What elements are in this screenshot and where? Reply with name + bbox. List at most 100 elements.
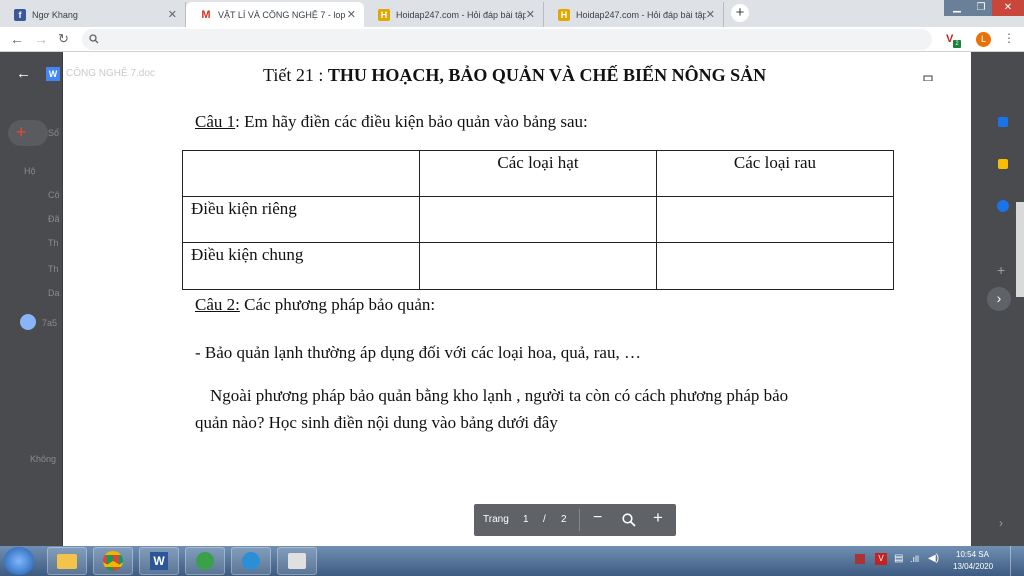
close-icon[interactable]: ✕ — [168, 8, 177, 21]
tab-strip: f Ngơ Khang ✕ M VẬT LÍ VÀ CÔNG NGHỆ 7 - … — [0, 0, 1024, 27]
document-viewer: + Sổ Hộ Cô Đã Th Th Da 7a5 Không Tiết 21… — [0, 52, 1024, 546]
close-icon[interactable]: ✕ — [706, 8, 715, 21]
gmail-icon: M — [201, 8, 211, 21]
tab-hoidap-1[interactable]: H Hoidap247.com - Hỏi đáp bài tập ✕ — [364, 2, 544, 27]
zoom-icon[interactable] — [622, 513, 636, 527]
explorer-app[interactable] — [47, 547, 87, 575]
show-desktop-button[interactable] — [1010, 546, 1024, 576]
search-icon — [89, 34, 99, 44]
document-page: Tiết 21 : THU HOẠCH, BẢO QUẢN VÀ CHẾ BIẾ… — [63, 52, 971, 546]
clock-time[interactable]: 10:54 SA — [956, 550, 989, 559]
chevron-right-icon[interactable]: › — [987, 287, 1011, 311]
browser-toolbar: ← → ↻ V 2 L ⋮ — [0, 27, 1024, 52]
table-cell — [419, 242, 657, 290]
facebook-icon: f — [14, 8, 26, 21]
download-icon[interactable] — [958, 66, 970, 80]
right-side-panel: + › › — [971, 52, 1024, 546]
close-window-button[interactable]: ✕ — [992, 0, 1024, 16]
chrome-icon — [103, 551, 123, 571]
tab-hoidap-2[interactable]: H Hoidap247.com - Hỏi đáp bài tập ✕ — [544, 2, 724, 27]
bullet-line: - Bảo quản lạnh thường áp dụng đối với c… — [195, 343, 641, 362]
reload-icon[interactable]: ↻ — [58, 31, 69, 47]
tray-icon[interactable]: V — [875, 553, 887, 565]
page-separator: / — [543, 514, 546, 525]
minimize-button[interactable]: ▁ — [944, 0, 970, 16]
scrollbar[interactable] — [1016, 202, 1024, 297]
app-5[interactable] — [231, 547, 271, 575]
close-icon[interactable]: ✕ — [347, 8, 356, 21]
word-file-icon: W — [46, 67, 60, 81]
tab-gmail[interactable]: M VẬT LÍ VÀ CÔNG NGHỆ 7 - lop7e ✕ — [186, 2, 364, 27]
table-header: Các loại hạt — [419, 150, 657, 197]
question-1: Câu 1: Em hãy điền các điều kiện bảo quả… — [195, 112, 588, 131]
app-4[interactable] — [185, 547, 225, 575]
add-to-drive-icon[interactable]: ⛛ — [884, 65, 896, 82]
ghost-label: Da — [48, 288, 60, 298]
word-app[interactable]: W — [139, 547, 179, 575]
divider — [579, 509, 580, 531]
table-row: Các loại hạt Các loại rau — [182, 150, 894, 197]
conditions-table: Các loại hạt Các loại rau Điều kiện riên… — [182, 150, 894, 290]
tab-title: Ngơ Khang — [32, 9, 78, 20]
paragraph-line: Ngoài phương pháp bảo quản bằng kho lạnh… — [210, 386, 789, 405]
maximize-button[interactable]: ❐ — [970, 0, 992, 16]
app-icon — [196, 552, 214, 570]
tray-icon[interactable] — [855, 554, 865, 564]
paint-icon — [288, 553, 306, 569]
chrome-app[interactable] — [93, 547, 133, 575]
forward-icon[interactable]: → — [34, 31, 48, 47]
hoidap-icon: H — [558, 8, 570, 21]
extension-badge: 2 — [953, 40, 961, 48]
current-page[interactable]: 1 — [523, 514, 529, 525]
viewer-header: ← W CÔNG NGHỆ 7.doc ⛛ ⋮ — [0, 52, 1024, 98]
avatar — [20, 314, 36, 330]
plus-icon: + — [16, 122, 27, 142]
tab-title: Hoidap247.com - Hỏi đáp bài tập — [396, 9, 526, 20]
pager-label: Trang — [483, 514, 509, 525]
profile-avatar[interactable]: L — [976, 32, 991, 47]
start-button[interactable] — [4, 547, 34, 575]
network-icon[interactable]: ▤ — [894, 553, 903, 564]
table-header: Các loại rau — [656, 150, 894, 197]
address-bar[interactable] — [82, 29, 932, 50]
back-arrow-icon[interactable]: ← — [16, 65, 31, 82]
menu-icon[interactable]: ⋮ — [1003, 31, 1015, 45]
ghost-label: Th — [48, 238, 59, 248]
app-icon — [242, 552, 260, 570]
ghost-label: Cô — [48, 190, 60, 200]
tab-title: Hoidap247.com - Hỏi đáp bài tập — [576, 9, 706, 20]
tab-facebook[interactable]: f Ngơ Khang ✕ — [0, 2, 186, 27]
zoom-in-button[interactable]: + — [653, 508, 663, 528]
question-2: Câu 2: Các phương pháp bảo quản: — [195, 295, 436, 314]
new-button-ghost: + Sổ — [8, 120, 59, 146]
ghost-label: Hộ — [24, 166, 36, 176]
windows-taskbar: W V ▤ .ıll ◀) 10:54 SA 13/04/2020 — [0, 546, 1024, 576]
tasks-icon[interactable] — [997, 200, 1009, 212]
paragraph-line: quản nào? Học sinh điền nội dung vào bản… — [195, 413, 558, 432]
table-row: Điều kiện riêng — [182, 196, 894, 243]
ghost-label: Không — [30, 454, 57, 464]
total-pages: 2 — [561, 514, 567, 525]
file-name: CÔNG NGHỆ 7.doc — [66, 68, 155, 79]
add-addon-icon[interactable]: + — [997, 262, 1005, 278]
ghost-label: Đã — [48, 214, 60, 224]
zoom-out-button[interactable]: − — [593, 509, 602, 527]
clock-date[interactable]: 13/04/2020 — [953, 562, 993, 571]
word-icon: W — [150, 552, 168, 570]
keep-icon[interactable] — [998, 159, 1008, 169]
print-icon[interactable] — [920, 67, 936, 81]
collapse-icon[interactable]: › — [999, 516, 1003, 530]
table-cell — [656, 196, 894, 243]
volume-icon[interactable]: ◀) — [928, 553, 939, 564]
tab-title: VẬT LÍ VÀ CÔNG NGHỆ 7 - lop7e — [218, 9, 346, 20]
table-cell — [656, 242, 894, 290]
paint-app[interactable] — [277, 547, 317, 575]
new-tab-button[interactable]: + — [731, 4, 749, 22]
page-navigator: Trang 1 / 2 − + — [474, 504, 676, 536]
back-icon[interactable]: ← — [10, 31, 24, 47]
ghost-label: Sổ — [48, 128, 60, 138]
table-cell: Điều kiện chung — [182, 242, 420, 290]
calendar-icon[interactable] — [998, 117, 1008, 127]
signal-icon[interactable]: .ıll — [910, 554, 919, 564]
close-icon[interactable]: ✕ — [526, 8, 535, 21]
